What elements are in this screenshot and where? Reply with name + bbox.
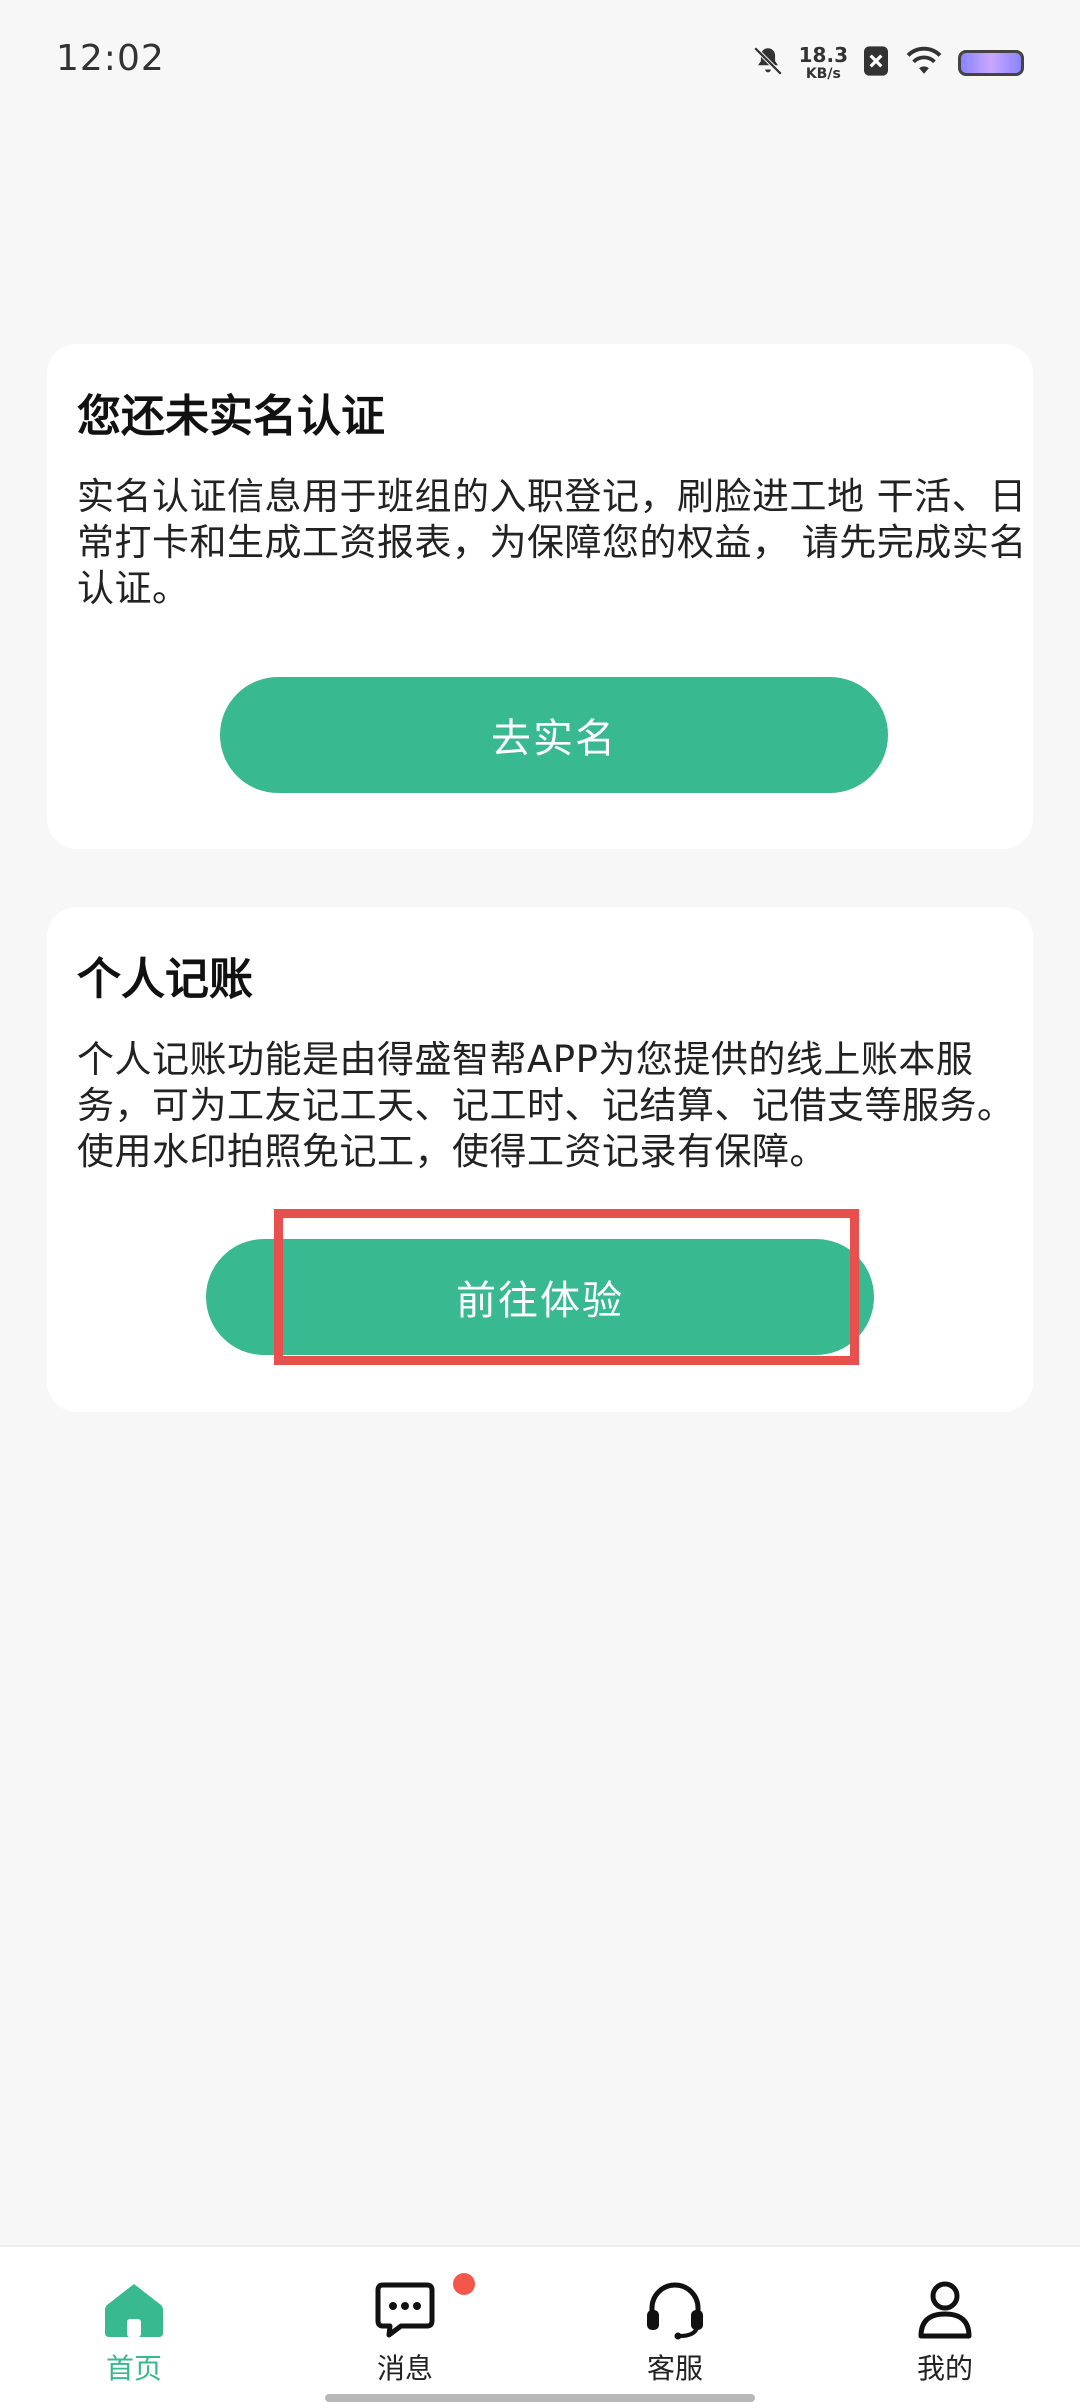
nav-label-mine: 我的 [916, 2352, 973, 2385]
nav-item-home[interactable]: 首页 [64, 2247, 204, 2387]
nav-label-home: 首页 [105, 2352, 162, 2385]
status-icons: 18.3 KB/s [751, 40, 1024, 86]
net-speed-unit: KB/s [805, 66, 841, 82]
personal-ledger-card-description: 个人记账功能是由得盛智帮APP为您提供的线上账本服务，可为工友记工天、记工时、记… [77, 1038, 1015, 1173]
bottom-nav: 首页 消息 客服 我的 [0, 2245, 1080, 2408]
try-now-button[interactable]: 前往体验 [206, 1239, 874, 1355]
real-name-card-description: 实名认证信息用于班组的入职登记，刷脸进工地 干活、日常打卡和生成工资报表，为保障… [77, 475, 1027, 610]
sim-off-icon [862, 45, 890, 81]
message-icon [369, 2273, 475, 2341]
personal-ledger-card: 个人记账 个人记账功能是由得盛智帮APP为您提供的线上账本服务，可为工友记工天、… [47, 907, 1033, 1412]
mute-icon [751, 44, 785, 82]
headset-icon [639, 2279, 711, 2341]
battery-icon [958, 50, 1024, 76]
status-time: 12:02 [56, 38, 165, 79]
go-verify-button[interactable]: 去实名 [220, 677, 888, 793]
personal-ledger-card-title: 个人记账 [77, 954, 253, 1005]
nav-item-customer-service[interactable]: 客服 [605, 2247, 745, 2387]
real-name-card: 您还未实名认证 实名认证信息用于班组的入职登记，刷脸进工地 干活、日常打卡和生成… [47, 344, 1033, 849]
real-name-card-title: 您还未实名认证 [77, 391, 385, 442]
status-bar: 12:02 18.3 KB/s [0, 0, 1080, 130]
nav-label-customer-service: 客服 [646, 2352, 703, 2385]
net-speed-value: 18.3 [798, 43, 848, 67]
home-indicator[interactable] [325, 2394, 755, 2402]
nav-item-messages[interactable]: 消息 [335, 2247, 475, 2387]
nav-item-mine[interactable]: 我的 [875, 2247, 1015, 2387]
user-icon [909, 2279, 981, 2341]
net-speed: 18.3 KB/s [799, 45, 848, 81]
home-icon [98, 2279, 170, 2341]
nav-label-messages: 消息 [376, 2352, 433, 2385]
wifi-icon [904, 45, 944, 81]
message-badge [453, 2273, 475, 2295]
